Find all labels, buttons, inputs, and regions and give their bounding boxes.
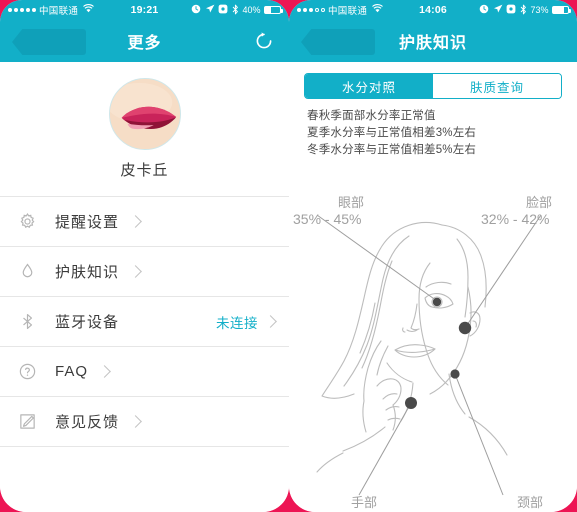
bluetooth-icon <box>232 4 239 17</box>
chevron-right-icon <box>98 365 111 378</box>
location-arrow-icon <box>493 4 503 16</box>
bluetooth-icon <box>520 4 527 17</box>
rotation-lock-icon <box>506 4 516 16</box>
alarm-icon <box>479 4 489 16</box>
chevron-right-icon <box>264 315 277 328</box>
edit-pencil-icon <box>16 411 38 433</box>
signal-dots-icon <box>8 8 36 12</box>
carrier-name: 中国联通 <box>39 6 79 17</box>
dot-neck-area <box>450 369 460 379</box>
battery-percent-label: 73% <box>530 4 549 15</box>
lips-avatar-image[interactable] <box>108 78 181 150</box>
dot-hand-area <box>405 397 417 409</box>
status-bar-left: 中国联通 19:21 40% <box>0 0 289 20</box>
page-title: 护肤知识 <box>398 35 467 52</box>
battery-icon <box>264 6 283 14</box>
tab-skin-type-query[interactable]: 肤质查询 <box>433 74 561 98</box>
phone-screen-skincare-knowledge: 中国联通 14:06 73% 护肤知识 水分对照 肤质查询 春秋季面部水分率正常… <box>289 0 577 512</box>
dual-phone-screenshot: 中国联通 19:21 40% 更多 皮卡丘 提醒设置 护肤知识 蓝牙设备 未连接… <box>0 0 577 512</box>
status-bar-left-group: 中国联通 <box>297 3 384 17</box>
gear-icon <box>16 211 38 233</box>
status-bar-right-group: 73% <box>479 4 571 17</box>
segmented-control: 水分对照 肤质查询 <box>304 73 562 99</box>
dot-eye-area <box>432 297 442 307</box>
callout-region-hand: 手部 <box>351 495 377 510</box>
menu-item-label: 提醒设置 <box>55 214 120 231</box>
alarm-icon <box>191 4 201 16</box>
wifi-icon <box>83 4 95 16</box>
status-bar-right: 中国联通 14:06 73% <box>289 0 577 20</box>
rotation-lock-icon <box>218 4 228 16</box>
menu-item-skincare-knowledge[interactable]: 护肤知识 <box>0 247 289 297</box>
menu-item-label: 蓝牙设备 <box>55 314 120 331</box>
chevron-right-icon <box>129 215 142 228</box>
chevron-right-icon <box>129 415 142 428</box>
callout-labels: 眼部 35% - 45% 脸部 32% - 42% 手部 30% - 38% 颈… <box>293 195 552 512</box>
profile-block: 皮卡丘 <box>0 62 289 180</box>
nav-bar-right: 护肤知识 <box>289 20 577 62</box>
menu-item-label: 护肤知识 <box>55 264 120 281</box>
face-moisture-diagram: 眼部 35% - 45% 脸部 32% - 42% 手部 30% - 38% 颈… <box>289 191 577 512</box>
callout-region-cheek: 脸部 <box>526 195 552 210</box>
menu-item-reminder-settings[interactable]: 提醒设置 <box>0 197 289 247</box>
battery-icon <box>552 6 571 14</box>
info-line: 春秋季面部水分率正常值 <box>307 110 436 122</box>
droplet-icon <box>16 261 38 283</box>
status-bar-left-group: 中国联通 <box>8 3 95 17</box>
callout-range-cheek: 32% - 42% <box>481 211 549 227</box>
menu-item-label: 意见反馈 <box>55 414 120 431</box>
more-page-body: 皮卡丘 提醒设置 护肤知识 蓝牙设备 未连接 FAQ 意见反馈 <box>0 62 289 512</box>
menu-item-label: FAQ <box>55 363 89 380</box>
tab-moisture-reference[interactable]: 水分对照 <box>305 74 433 98</box>
info-line: 冬季水分率与正常值相差5%左右 <box>307 144 477 156</box>
refresh-icon[interactable] <box>253 30 275 52</box>
info-text-block: 春秋季面部水分率正常值 夏季水分率与正常值相差3%左右 冬季水分率与正常值相差5… <box>307 108 577 159</box>
chevron-right-icon <box>129 265 142 278</box>
bluetooth-icon <box>16 311 38 333</box>
profile-username: 皮卡丘 <box>120 162 169 179</box>
status-bar-right-group: 40% <box>191 4 283 17</box>
battery-percent-label: 40% <box>242 4 261 15</box>
callout-region-eye: 眼部 <box>338 195 364 210</box>
nav-bar-left: 更多 <box>0 20 289 62</box>
info-line: 夏季水分率与正常值相差3%左右 <box>307 127 477 139</box>
callout-leader-lines <box>316 214 542 496</box>
dot-cheek-area <box>458 321 472 335</box>
skincare-knowledge-body: 水分对照 肤质查询 春秋季面部水分率正常值 夏季水分率与正常值相差3%左右 冬季… <box>289 73 577 512</box>
location-arrow-icon <box>205 4 215 16</box>
signal-dots-icon <box>297 8 325 12</box>
bluetooth-status-badge: 未连接 <box>216 315 258 331</box>
menu-item-faq[interactable]: FAQ <box>0 347 289 397</box>
page-title: 更多 <box>127 35 162 52</box>
carrier-name: 中国联通 <box>328 6 368 17</box>
menu-item-feedback[interactable]: 意见反馈 <box>0 397 289 447</box>
menu-item-bluetooth-device[interactable]: 蓝牙设备 未连接 <box>0 297 289 347</box>
wifi-icon <box>372 4 384 16</box>
question-circle-icon <box>16 361 38 383</box>
callout-region-neck: 颈部 <box>517 495 543 510</box>
phone-screen-more: 中国联通 19:21 40% 更多 皮卡丘 提醒设置 护肤知识 蓝牙设备 未连接… <box>0 0 289 512</box>
settings-menu-list: 提醒设置 护肤知识 蓝牙设备 未连接 FAQ 意见反馈 <box>0 196 289 447</box>
callout-range-eye: 35% - 45% <box>293 211 361 227</box>
